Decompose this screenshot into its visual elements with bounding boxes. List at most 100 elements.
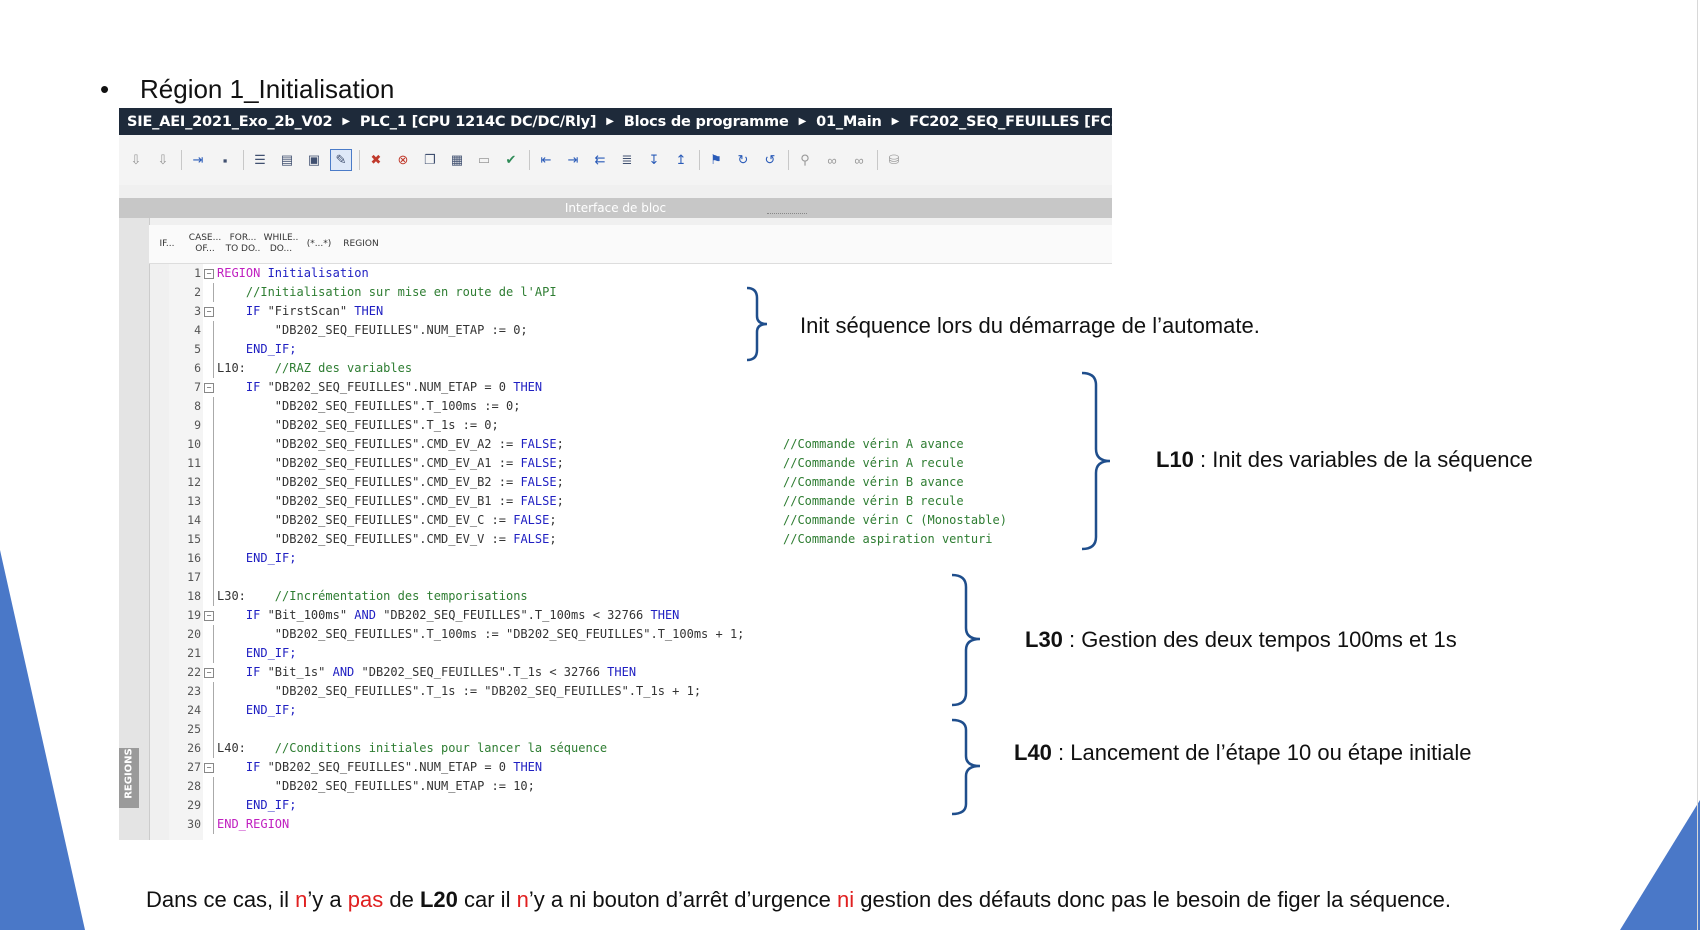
line-number: 1 [194,266,201,280]
delete-red-icon[interactable]: ✖ [365,149,387,171]
print-icon[interactable]: ▭ [473,149,495,171]
annotation-l30-text: : Gestion des deux tempos 100ms et 1s [1062,627,1457,652]
kw-button-region[interactable]: REGION [339,239,383,250]
splitter-grip[interactable] [767,213,807,218]
insert-network-icon[interactable]: ⇥ [187,149,209,171]
breadcrumb-item-plc[interactable]: PLC_1 [CPU 1214C DC/DC/Rly] [360,114,597,130]
code-line[interactable]: 10 "DB202_SEQ_FEUILLES".CMD_EV_A2 := FAL… [169,435,1112,454]
line-number: 26 [187,741,201,755]
code-line[interactable]: 7− IF "DB202_SEQ_FEUILLES".NUM_ETAP = 0 … [169,378,1112,397]
line-number: 8 [194,399,201,413]
monitor-icon[interactable]: ▣ [303,149,325,171]
kw-button-case[interactable]: CASE... OF... [187,233,223,255]
code-line[interactable]: 9 "DB202_SEQ_FEUILLES".T_1s := 0; [169,416,1112,435]
code-token: IF [217,760,268,774]
glasses-icon[interactable]: ∞ [821,149,843,171]
code-text: //Initialisation sur mise en route de l'… [217,283,557,302]
code-line[interactable]: 5 END_IF; [169,340,1112,359]
kw-button-while[interactable]: WHILE.. DO... [263,233,299,255]
fold-guide [213,720,214,739]
code-text: REGION Initialisation [217,264,369,283]
breadcrumb-item-main[interactable]: 01_Main [816,114,882,130]
kw-button-sublabel: DO... [269,244,293,254]
highlight-icon[interactable]: ✎ [330,149,352,171]
code-token: THEN [607,665,637,679]
align-icon[interactable]: ≣ [616,149,638,171]
fold-toggle-icon[interactable]: − [204,307,214,317]
code-text: "DB202_SEQ_FEUILLES".CMD_EV_V := FALSE; [217,530,557,549]
code-text: "DB202_SEQ_FEUILLES".T_1s := 0; [217,416,499,435]
annotation-l10: L10 : Init des variables de la séquence [1156,447,1533,473]
fold-toggle-icon[interactable]: − [204,269,214,279]
line-number: 12 [187,475,201,489]
kw-button-comment[interactable]: (*...*) [301,239,337,250]
fold-guide [213,397,214,416]
code-line[interactable]: 1− REGION Initialisation [169,264,1112,283]
list-up-icon[interactable]: ↥ [670,149,692,171]
download-gray-icon[interactable]: ⇩ [152,149,174,171]
code-token: "Bit_1s" [267,665,333,679]
toggle-icon[interactable]: ▪ [214,149,236,171]
outdent-icon[interactable]: ⇇ [589,149,611,171]
editor-toolbar: ⇩ ⇩ ⇥ ▪ ☰ ▤ ▣ ✎ ✖ ⊗ ❐ ▦ ▭ ✔ ⇤ ⇥ ⇇ ≣ ↧ ↥ … [119,135,1112,185]
decorative-corner-left [0,550,85,930]
indent-left-icon[interactable]: ⇤ [535,149,557,171]
code-line[interactable]: 13 "DB202_SEQ_FEUILLES".CMD_EV_B1 := FAL… [169,492,1112,511]
code-text: "DB202_SEQ_FEUILLES".T_100ms := 0; [217,397,521,416]
breadcrumb-item-blocks[interactable]: Blocs de programme [624,114,789,130]
annotation-l30-bold: L30 [1025,627,1063,652]
save-icon[interactable]: ▤ [276,149,298,171]
chevron-right-icon: ▶ [606,116,614,127]
indent-right-icon[interactable]: ⇥ [562,149,584,171]
code-line[interactable]: 11 "DB202_SEQ_FEUILLES".CMD_EV_A1 := FAL… [169,454,1112,473]
fold-guide [213,587,214,606]
code-line[interactable]: 12 "DB202_SEQ_FEUILLES".CMD_EV_B2 := FAL… [169,473,1112,492]
annotation-l40-bold: L40 [1014,740,1052,765]
refresh-icon[interactable]: ↻ [732,149,754,171]
code-line[interactable]: 8 "DB202_SEQ_FEUILLES".T_100ms := 0; [169,397,1112,416]
code-token: END_IF; [217,646,297,660]
block-interface-bar[interactable]: Interface de bloc [119,198,1112,218]
copy-icon[interactable]: ❐ [419,149,441,171]
bookmark-icon[interactable]: ⚑ [705,149,727,171]
code-token: L10: [217,361,275,375]
code-token: END_IF; [217,551,297,565]
code-line[interactable]: 2 //Initialisation sur mise en route de … [169,283,1112,302]
fold-guide [213,777,214,796]
line-number: 29 [187,798,201,812]
code-line[interactable]: 16 END_IF; [169,549,1112,568]
glasses-2-icon[interactable]: ∞ [848,149,870,171]
fold-toggle-icon[interactable]: − [204,668,214,678]
code-line[interactable]: 14 "DB202_SEQ_FEUILLES".CMD_EV_C := FALS… [169,511,1112,530]
paste-icon[interactable]: ▦ [446,149,468,171]
code-text: IF "DB202_SEQ_FEUILLES".NUM_ETAP = 0 THE… [217,378,542,397]
code-line[interactable]: 6 L10: //RAZ des variables [169,359,1112,378]
refresh-2-icon[interactable]: ↺ [759,149,781,171]
toolbar-separator [877,150,878,170]
toolbar-separator [699,150,700,170]
delete-comment-icon[interactable]: ⊗ [392,149,414,171]
kw-button-label: (*...*) [306,238,332,249]
fold-toggle-icon[interactable]: − [204,383,214,393]
fold-toggle-icon[interactable]: − [204,763,214,773]
breadcrumb-item-project[interactable]: SIE_AEI_2021_Exo_2b_V02 [127,114,333,130]
list-icon[interactable]: ☰ [249,149,271,171]
kw-button-if[interactable]: IF... [149,239,185,250]
search-icon[interactable]: ⚲ [794,149,816,171]
kw-button-for[interactable]: FOR... TO DO.. [225,233,261,255]
line-number: 13 [187,494,201,508]
footer-red-text: n [295,887,308,912]
code-token: "DB202_SEQ_FEUILLES".T_100ms := 0; [217,399,521,413]
download-gray-icon[interactable]: ⇩ [125,149,147,171]
breadcrumb-item-fc202[interactable]: FC202_SEQ_FEUILLES [FC202] [909,114,1112,130]
fold-toggle-icon[interactable]: − [204,611,214,621]
db-icon[interactable]: ⛁ [883,149,905,171]
compile-icon[interactable]: ✔ [500,149,522,171]
list-down-icon[interactable]: ↧ [643,149,665,171]
fold-guide [213,492,214,511]
code-token: FALSE [513,532,550,546]
code-token: REGION [217,266,261,280]
fold-guide [213,644,214,663]
code-line[interactable]: 15 "DB202_SEQ_FEUILLES".CMD_EV_V := FALS… [169,530,1112,549]
inline-comment: //Commande vérin A recule [783,456,964,470]
